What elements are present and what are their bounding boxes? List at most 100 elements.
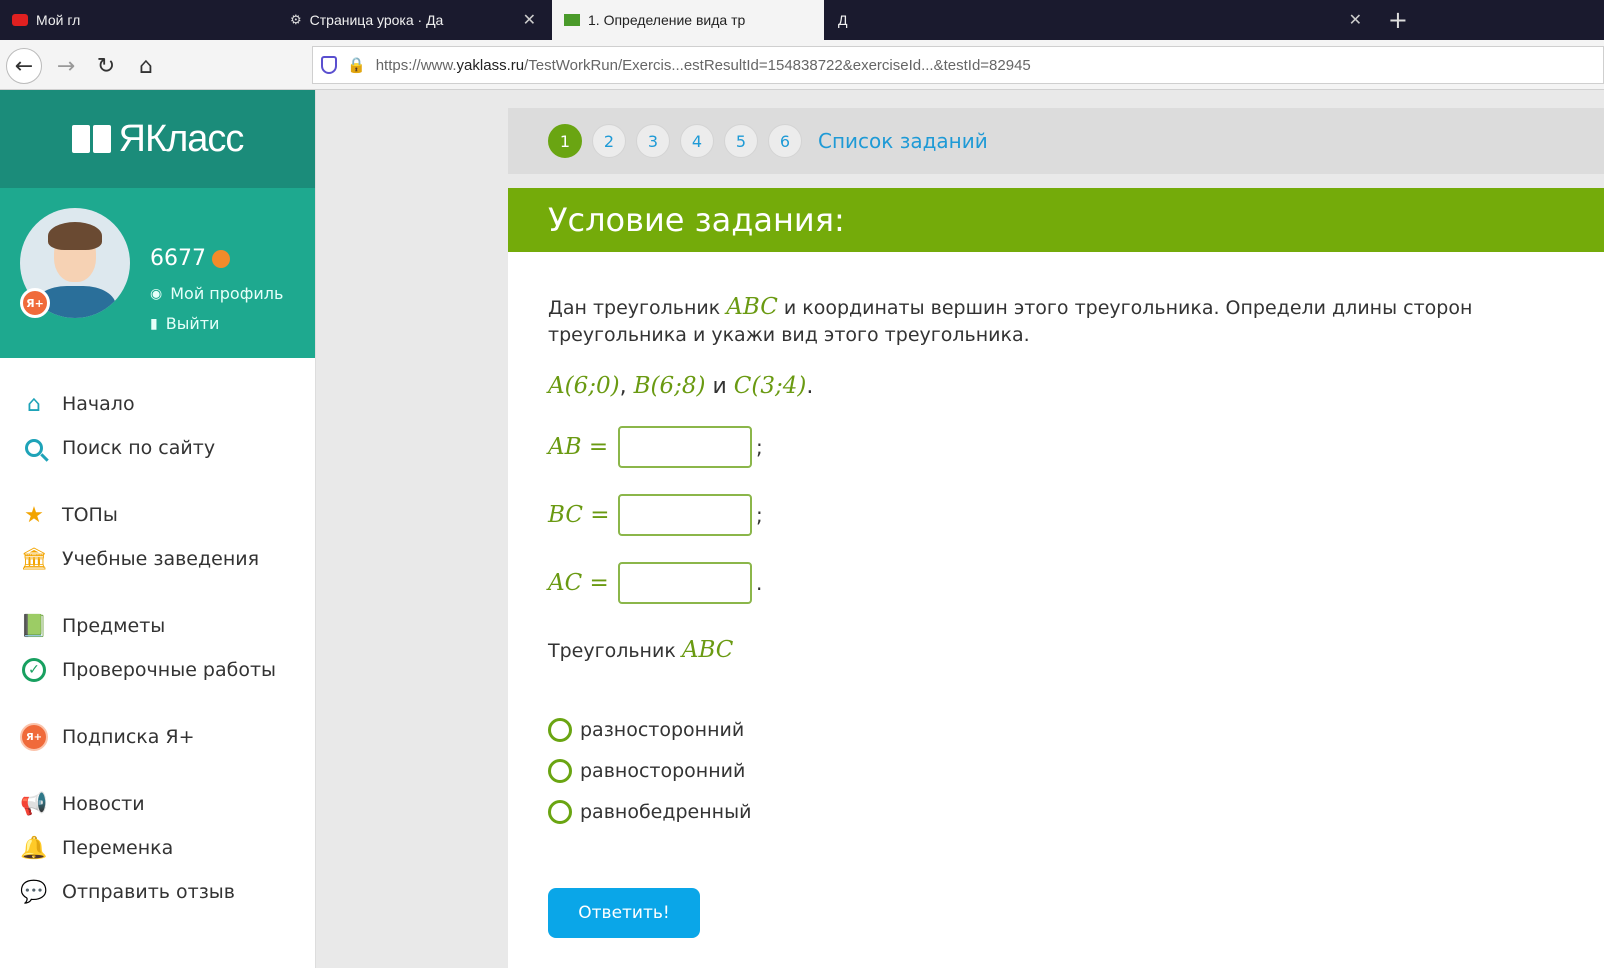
sidebar-item-label: Учебные заведения xyxy=(62,548,260,570)
page-5-button[interactable]: 5 xyxy=(724,124,758,158)
sidebar-item-label: Поиск по сайту xyxy=(62,437,216,459)
triangle-question: Треугольник ABC xyxy=(548,637,734,663)
option-label: разносторонний xyxy=(580,718,745,741)
task-header: Условие задания: xyxy=(508,188,1604,252)
sidebar-menu: ⌂ Начало Поиск по сайту ★ ТОПы 🏛 Учебные… xyxy=(0,358,315,914)
star-icon: ★ xyxy=(24,502,44,528)
ac-answer-input[interactable] xyxy=(618,562,752,604)
reload-icon[interactable]: ↻ xyxy=(88,48,124,84)
submit-answer-button[interactable]: Ответить! xyxy=(548,888,700,938)
sidebar: ЯКласс Я+ 6677 ◉ Мой профиль ▮ Выйти ⌂ Н… xyxy=(0,90,316,968)
sidebar-item-break[interactable]: 🔔 Переменка xyxy=(0,826,315,870)
home-icon: ⌂ xyxy=(27,391,41,417)
sidebar-item-tests[interactable]: ✓ Проверочные работы xyxy=(0,648,315,692)
task-list-link[interactable]: Список заданий xyxy=(818,129,988,153)
sidebar-item-label: Проверочные работы xyxy=(62,659,277,681)
option-isosceles[interactable]: равнобедренный xyxy=(548,791,1604,832)
browser-navigation-bar: ← → ↻ ⌂ 🔒 https://www.yaklass.ru/TestWor… xyxy=(0,40,1604,90)
triangle-type-options: разносторонний равносторонний равнобедре… xyxy=(548,709,1604,832)
sidebar-item-label: Начало xyxy=(62,393,135,415)
sidebar-item-subjects[interactable]: 📗 Предметы xyxy=(0,604,315,648)
brand-name: ЯКласс xyxy=(118,117,245,160)
option-label: равнобедренный xyxy=(580,800,752,823)
sidebar-item-subscription[interactable]: Я+ Подписка Я+ xyxy=(0,715,315,759)
close-icon[interactable]: ✕ xyxy=(1349,10,1362,30)
address-bar[interactable]: 🔒 https://www.yaklass.ru/TestWorkRun/Exe… xyxy=(312,46,1604,84)
tab-label: 1. Определение вида тр xyxy=(588,12,746,28)
math-abc: ABC xyxy=(681,637,734,663)
browser-tab-youtube[interactable]: Мой гл xyxy=(0,0,270,40)
ab-label: AB = xyxy=(548,434,609,460)
url-text: https://www.yaklass.ru/TestWorkRun/Exerc… xyxy=(375,56,1031,74)
forward-arrow-icon[interactable]: → xyxy=(48,48,84,84)
bc-label: BC = xyxy=(548,502,610,528)
yaklass-favicon-icon xyxy=(564,14,580,26)
logout-label: Выйти xyxy=(165,314,220,333)
browser-tab-lesson[interactable]: ⚙ Страница урока · Да ✕ xyxy=(278,0,548,40)
page-4-button[interactable]: 4 xyxy=(680,124,714,158)
bell-icon: 🔔 xyxy=(20,835,48,861)
ab-answer-input[interactable] xyxy=(618,426,752,468)
book-icon: 📗 xyxy=(20,613,48,639)
profile-card: Я+ 6677 ◉ Мой профиль ▮ Выйти xyxy=(0,188,315,358)
settings-icon: ⚙ xyxy=(290,12,302,27)
back-arrow-icon[interactable]: ← xyxy=(6,48,42,84)
task-statement: Дан треугольник ABC и координаты вершин … xyxy=(548,294,1473,346)
page-2-button[interactable]: 2 xyxy=(592,124,626,158)
sidebar-item-feedback[interactable]: 💬 Отправить отзыв xyxy=(0,870,315,914)
ya-plus-badge: Я+ xyxy=(20,288,50,318)
ac-row: AC = . xyxy=(548,549,1604,617)
new-tab-plus-icon[interactable]: + xyxy=(1388,6,1408,34)
brand-logo[interactable]: ЯКласс xyxy=(0,90,315,188)
vertex-coordinates: A(6;0), B(6;8) и C(3;4). xyxy=(548,373,814,399)
megaphone-icon: 📢 xyxy=(20,791,48,817)
sidebar-item-label: Подписка Я+ xyxy=(62,726,195,748)
page-1-button[interactable]: 1 xyxy=(548,124,582,158)
option-equilateral[interactable]: равносторонний xyxy=(548,750,1604,791)
bc-row: BC = ; xyxy=(548,481,1604,549)
check-icon: ✓ xyxy=(20,656,48,684)
page-3-button[interactable]: 3 xyxy=(636,124,670,158)
sidebar-item-label: Переменка xyxy=(62,837,174,859)
ac-label: AC = xyxy=(548,570,609,596)
page-6-button[interactable]: 6 xyxy=(768,124,802,158)
math-abc: ABC xyxy=(726,294,778,320)
sidebar-item-home[interactable]: ⌂ Начало xyxy=(0,382,315,426)
option-scalene[interactable]: разносторонний xyxy=(548,709,1604,750)
close-icon[interactable]: ✕ xyxy=(523,10,536,30)
score-value: 6677 xyxy=(150,246,206,271)
radio-button[interactable] xyxy=(548,717,572,742)
sidebar-item-tops[interactable]: ★ ТОПы xyxy=(0,493,315,537)
home-icon[interactable]: ⌂ xyxy=(128,48,164,84)
point-b: B(6;8) xyxy=(633,373,706,399)
score-coin-icon xyxy=(212,249,230,268)
task-body: Дан треугольник ABC и координаты вершин … xyxy=(508,252,1604,968)
sidebar-item-label: ТОПы xyxy=(62,504,118,526)
browser-tab-other[interactable]: Д ✕ xyxy=(826,0,1374,40)
browser-tab-exercise[interactable]: 1. Определение вида тр xyxy=(552,0,824,40)
ab-row: AB = ; xyxy=(548,413,1604,481)
bc-answer-input[interactable] xyxy=(618,494,752,536)
user-icon: ◉ xyxy=(150,285,163,302)
sidebar-item-label: Новости xyxy=(62,793,145,815)
point-c: C(3;4) xyxy=(733,373,807,399)
point-a: A(6;0) xyxy=(548,373,620,399)
lock-icon[interactable]: 🔒 xyxy=(347,56,366,74)
sidebar-item-institutions[interactable]: 🏛 Учебные заведения xyxy=(0,537,315,581)
tracking-shield-icon[interactable] xyxy=(321,56,337,74)
ya-plus-icon: Я+ xyxy=(20,723,48,751)
sidebar-item-label: Отправить отзыв xyxy=(62,881,235,903)
browser-tab-strip: Мой гл ⚙ Страница урока · Да ✕ 1. Опреде… xyxy=(0,0,1604,40)
my-profile-link[interactable]: ◉ Мой профиль xyxy=(150,284,283,303)
feedback-icon: 💬 xyxy=(20,879,48,905)
tab-label: Страница урока · Да xyxy=(309,12,444,28)
youtube-icon xyxy=(12,14,28,26)
search-icon xyxy=(20,434,48,462)
logout-link[interactable]: ▮ Выйти xyxy=(150,314,219,333)
logout-icon: ▮ xyxy=(150,315,158,332)
radio-button[interactable] xyxy=(548,758,572,783)
tab-label: Д xyxy=(838,12,848,28)
radio-button[interactable] xyxy=(548,799,572,824)
sidebar-item-search[interactable]: Поиск по сайту xyxy=(0,426,315,470)
sidebar-item-news[interactable]: 📢 Новости xyxy=(0,782,315,826)
